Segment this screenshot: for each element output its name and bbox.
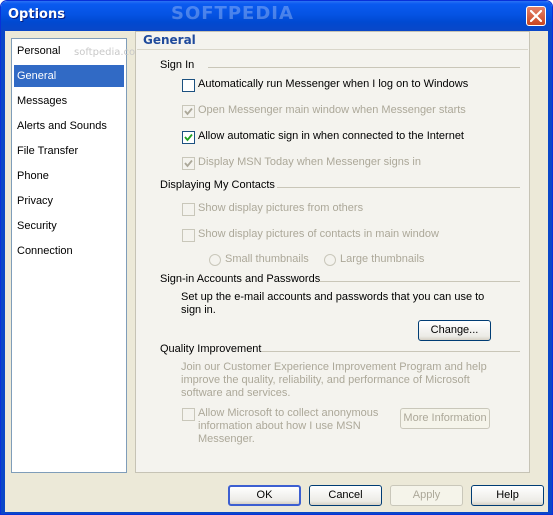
show-pictures-main-checkbox[interactable] [182, 229, 195, 242]
collect-info-label-line1: Allow Microsoft to collect anonymous [198, 407, 379, 419]
panel-title: General [143, 33, 196, 47]
large-thumbnails-radio[interactable] [324, 254, 336, 266]
accounts-description-line2: sign in. [181, 304, 216, 316]
checkmark-icon [184, 133, 193, 142]
open-main-window-label: Open Messenger main window when Messenge… [198, 104, 466, 116]
nav-item-file-transfer[interactable]: File Transfer [14, 140, 124, 162]
nav-item-phone[interactable]: Phone [14, 165, 124, 187]
nav-item-connection[interactable]: Connection [14, 240, 124, 262]
window-title: Options [8, 7, 65, 22]
more-information-button[interactable]: More Information [400, 408, 490, 429]
help-button[interactable]: Help [471, 485, 544, 506]
show-pictures-checkbox[interactable] [182, 203, 195, 216]
auto-sign-in-checkbox[interactable] [182, 131, 195, 144]
window-border-left [1, 31, 5, 514]
nav-item-general[interactable]: General [14, 65, 124, 87]
section-heading-accounts: Sign-in Accounts and Passwords [160, 273, 321, 285]
close-button[interactable] [526, 6, 546, 26]
close-icon [530, 10, 542, 22]
auto-run-label: Automatically run Messenger when I log o… [198, 78, 469, 90]
ok-button[interactable]: OK [228, 485, 301, 506]
options-window: Options SOFTPEDIA softpedia.com Personal… [0, 0, 553, 515]
section-divider [262, 351, 520, 352]
category-list[interactable]: softpedia.com Personal General Messages … [11, 38, 145, 473]
window-border-right [548, 31, 552, 514]
settings-panel: General Sign In Automatically run Messen… [135, 31, 530, 473]
watermark: SOFTPEDIA [171, 3, 294, 24]
auto-sign-in-label: Allow automatic sign in when connected t… [198, 130, 464, 142]
section-heading-contacts: Displaying My Contacts [160, 179, 275, 191]
collect-info-checkbox[interactable] [182, 408, 195, 421]
accounts-description-line1: Set up the e-mail accounts and passwords… [181, 291, 485, 303]
section-heading-quality: Quality Improvement [160, 343, 262, 355]
large-thumbnails-label: Large thumbnails [340, 253, 425, 265]
section-divider [208, 67, 520, 68]
section-divider [319, 281, 520, 282]
auto-run-checkbox[interactable] [182, 79, 195, 92]
open-main-window-checkbox[interactable] [182, 105, 195, 118]
quality-description-line2: improve the quality, reliability, and pe… [181, 374, 470, 386]
nav-item-messages[interactable]: Messages [14, 90, 124, 112]
small-thumbnails-radio[interactable] [209, 254, 221, 266]
collect-info-label-line2: information about how I use MSN [198, 420, 361, 432]
cancel-button[interactable]: Cancel [309, 485, 382, 506]
nav-item-privacy[interactable]: Privacy [14, 190, 124, 212]
panel-title-divider [137, 49, 528, 50]
nav-item-alerts-and-sounds[interactable]: Alerts and Sounds [14, 115, 124, 137]
show-pictures-main-label: Show display pictures of contacts in mai… [198, 228, 439, 240]
checkmark-icon [184, 159, 193, 168]
nav-item-personal[interactable]: Personal [14, 40, 124, 62]
collect-info-label-line3: Messenger. [198, 433, 255, 445]
quality-description-line1: Join our Customer Experience Improvement… [181, 361, 487, 373]
title-bar[interactable]: Options SOFTPEDIA [1, 1, 552, 31]
section-divider [277, 187, 520, 188]
show-pictures-label: Show display pictures from others [198, 202, 364, 214]
nav-item-security[interactable]: Security [14, 215, 124, 237]
section-heading-sign-in: Sign In [160, 59, 195, 71]
change-button[interactable]: Change... [418, 320, 491, 341]
msn-today-checkbox[interactable] [182, 157, 195, 170]
quality-description-line3: software and services. [181, 387, 291, 399]
checkmark-icon [184, 107, 193, 116]
small-thumbnails-label: Small thumbnails [225, 253, 309, 265]
msn-today-label: Display MSN Today when Messenger signs i… [198, 156, 421, 168]
apply-button[interactable]: Apply [390, 485, 463, 506]
